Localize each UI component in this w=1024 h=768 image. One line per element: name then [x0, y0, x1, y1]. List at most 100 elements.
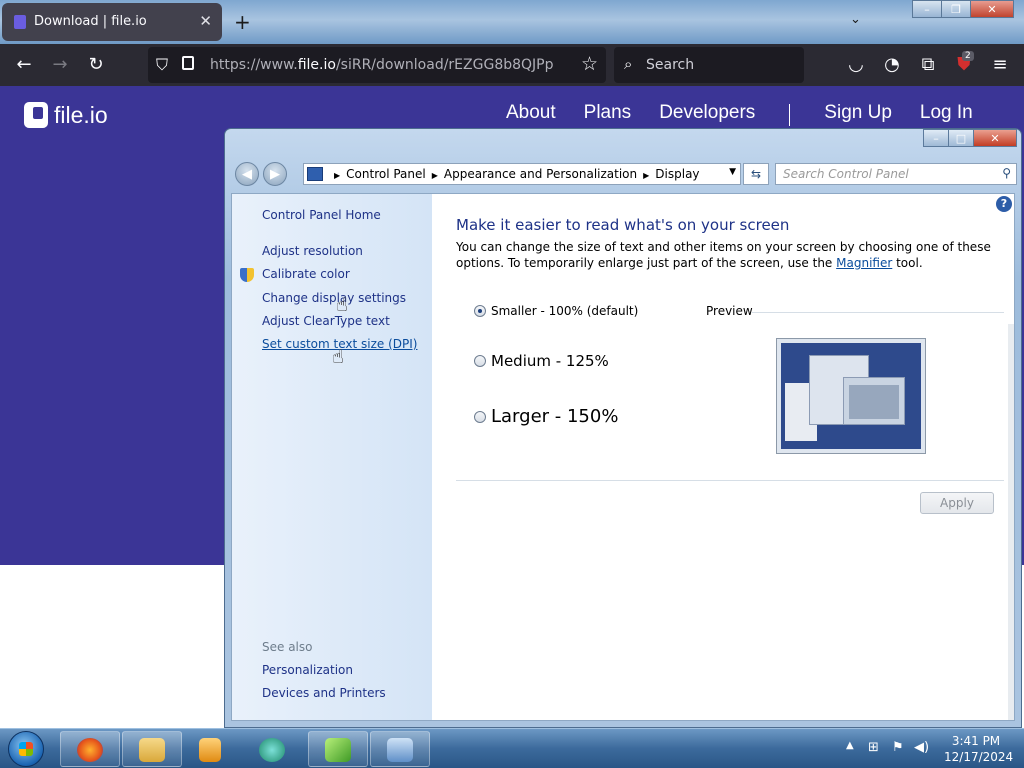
- restore-icon[interactable]: ❐: [941, 0, 971, 18]
- start-button[interactable]: [8, 731, 44, 767]
- minimize-icon[interactable]: –: [923, 129, 949, 147]
- action-center-flag-icon[interactable]: ⚑: [892, 740, 904, 755]
- fileio-logo-icon: [24, 102, 48, 128]
- ublock-badge: 2: [962, 51, 974, 61]
- nav-log-in[interactable]: Log In: [920, 102, 973, 126]
- dice-game-icon: [325, 738, 351, 762]
- clock[interactable]: 3:41 PM 12/17/2024: [944, 733, 1014, 765]
- breadcrumb-arrow-icon[interactable]: ▶: [334, 171, 340, 180]
- url-bar[interactable]: ⛉ https://www.file.io/siRR/download/rEZG…: [148, 47, 606, 83]
- help-icon[interactable]: ?: [996, 196, 1012, 212]
- section-divider: [456, 480, 1004, 481]
- search-icon[interactable]: ⚲: [1002, 166, 1011, 180]
- radio-button-selected[interactable]: [474, 305, 486, 317]
- clock-date: 12/17/2024: [944, 750, 1014, 764]
- radio-medium-125[interactable]: Medium - 125%: [474, 352, 609, 370]
- link-devices-printers[interactable]: Devices and Printers: [262, 686, 386, 700]
- lock-icon[interactable]: [182, 56, 194, 70]
- cp-forward-arrow-icon[interactable]: ▶: [263, 162, 287, 186]
- link-calibrate-color[interactable]: Calibrate color: [262, 267, 350, 281]
- site-nav: About Plans Developers Sign Up Log In: [506, 102, 1001, 126]
- fileio-logo[interactable]: file.io: [24, 102, 108, 129]
- cp-search-input[interactable]: Search Control Panel ⚲: [775, 163, 1017, 185]
- minimize-icon[interactable]: –: [912, 0, 942, 18]
- preview-screen: [781, 343, 921, 449]
- close-window-icon[interactable]: ✕: [970, 0, 1014, 18]
- uac-shield-icon: [240, 268, 254, 282]
- breadcrumb-arrow-icon[interactable]: ▶: [643, 171, 649, 180]
- url-text[interactable]: https://www.file.io/siRR/download/rEZGG8…: [210, 57, 554, 73]
- browser-tab-bar: Download | file.io ✕ + ⌄ – ❐ ✕: [0, 0, 1024, 44]
- taskbar-explorer[interactable]: [122, 731, 182, 767]
- firefox-icon: [77, 738, 103, 762]
- close-window-icon[interactable]: ✕: [973, 129, 1017, 147]
- cp-back-arrow-icon[interactable]: ◀: [235, 162, 259, 186]
- tab-title: Download | file.io: [34, 14, 147, 29]
- cp-task-pane: Control Panel Home Adjust resolution Cal…: [232, 194, 432, 720]
- hand-cursor-icon: ☝: [336, 294, 348, 316]
- taskbar-control-panel[interactable]: [370, 731, 430, 767]
- new-tab-button[interactable]: +: [234, 10, 251, 34]
- nav-plans[interactable]: Plans: [584, 102, 632, 126]
- hamburger-menu-icon[interactable]: ≡: [988, 54, 1012, 75]
- maximize-icon[interactable]: □: [948, 129, 974, 147]
- taskbar-media-player[interactable]: [184, 731, 244, 767]
- network-icon[interactable]: ⊞: [868, 740, 879, 755]
- magnifier-link[interactable]: Magnifier: [836, 256, 892, 270]
- link-personalization[interactable]: Personalization: [262, 663, 353, 677]
- forward-arrow-icon[interactable]: →: [48, 54, 72, 75]
- nav-developers[interactable]: Developers: [659, 102, 755, 126]
- taskbar-game[interactable]: [308, 731, 368, 767]
- radio-button[interactable]: [474, 410, 486, 423]
- breadcrumb-arrow-icon[interactable]: ▶: [432, 171, 438, 180]
- extensions-puzzle-icon[interactable]: ⧉: [916, 54, 940, 75]
- nav-sign-up[interactable]: Sign Up: [824, 102, 892, 126]
- preview-image: [776, 338, 926, 454]
- reload-icon[interactable]: ↻: [84, 54, 108, 75]
- search-bar[interactable]: ⌕ Search: [614, 47, 804, 83]
- scrollbar[interactable]: [1008, 324, 1014, 720]
- cp-address-row: ◀ ▶ ▶ Control Panel ▶ Appearance and Person…: [233, 161, 1017, 187]
- apply-button[interactable]: Apply: [920, 492, 994, 514]
- breadcrumb-appearance[interactable]: Appearance and Personalization: [444, 167, 637, 181]
- browser-window-controls: – ❐ ✕: [912, 0, 1014, 18]
- show-hidden-icons-icon[interactable]: ▲: [846, 740, 854, 751]
- volume-icon[interactable]: ◀): [914, 740, 929, 755]
- nav-about[interactable]: About: [506, 102, 556, 126]
- control-panel-icon: [387, 738, 413, 762]
- tab-close-icon[interactable]: ✕: [199, 12, 212, 30]
- preview-label: Preview: [706, 304, 753, 318]
- taskbar: ▲ ⊞ ⚑ ◀) 3:41 PM 12/17/2024: [0, 728, 1024, 768]
- browser-toolbar: ← → ↻ ⛉ https://www.file.io/siRR/downloa…: [0, 44, 1024, 86]
- taskbar-firefox[interactable]: [60, 731, 120, 767]
- nav-divider: [789, 104, 791, 126]
- link-change-display-settings[interactable]: Change display settings: [262, 291, 406, 305]
- hand-cursor-icon: ☝: [332, 346, 344, 368]
- breadcrumb-control-panel[interactable]: Control Panel: [346, 167, 426, 181]
- control-panel-icon: [307, 167, 323, 181]
- cp-address-bar[interactable]: ▶ Control Panel ▶ Appearance and Personaliz…: [303, 163, 741, 185]
- cp-refresh-icon[interactable]: ⇆: [743, 163, 769, 185]
- breadcrumb-display[interactable]: Display: [655, 167, 699, 181]
- link-adjust-resolution[interactable]: Adjust resolution: [262, 244, 363, 258]
- radio-button[interactable]: [474, 355, 486, 367]
- radio-larger-150[interactable]: Larger - 150%: [474, 406, 618, 427]
- folder-icon: [139, 738, 165, 762]
- taskbar-app-green[interactable]: [246, 731, 306, 767]
- link-control-panel-home[interactable]: Control Panel Home: [262, 208, 381, 222]
- media-player-icon: [199, 738, 221, 762]
- back-arrow-icon[interactable]: ←: [12, 54, 36, 75]
- list-all-tabs-icon[interactable]: ⌄: [850, 12, 861, 27]
- address-dropdown-icon[interactable]: ▼: [729, 167, 736, 177]
- pocket-icon[interactable]: ◡: [844, 54, 868, 75]
- radio-smaller-100[interactable]: Smaller - 100% (default): [474, 304, 638, 318]
- sync-account-icon[interactable]: ◔: [880, 54, 904, 75]
- link-adjust-cleartype[interactable]: Adjust ClearType text: [262, 314, 390, 328]
- cp-search-placeholder: Search Control Panel: [783, 167, 909, 181]
- browser-tab[interactable]: Download | file.io ✕: [2, 3, 222, 41]
- breadcrumb: ▶ Control Panel ▶ Appearance and Personaliz…: [328, 167, 700, 181]
- bookmark-star-icon[interactable]: ☆: [581, 53, 598, 75]
- tracking-protection-shield-icon[interactable]: ⛉: [156, 55, 168, 75]
- page-description: You can change the size of text and othe…: [456, 240, 991, 270]
- app-icon: [259, 738, 285, 762]
